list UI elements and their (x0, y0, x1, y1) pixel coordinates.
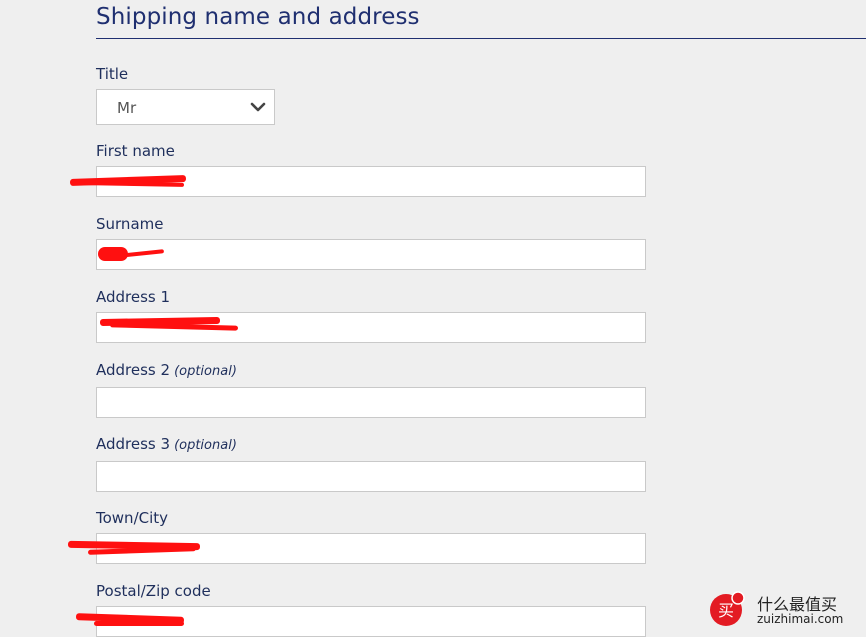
title-select[interactable]: Mr (96, 89, 275, 125)
address2-label: Address 2 (optional) (96, 361, 237, 379)
postal-label: Postal/Zip code (96, 582, 211, 600)
first-name-label: First name (96, 142, 175, 160)
address3-field: Address 3 (optional) (96, 435, 646, 492)
address2-field: Address 2 (optional) (96, 361, 646, 418)
address1-label: Address 1 (96, 288, 171, 306)
redaction-mark (94, 621, 184, 626)
title-field: Title Mr (96, 65, 646, 125)
title-label: Title (96, 65, 129, 83)
optional-tag: (optional) (174, 364, 237, 379)
section-divider (96, 38, 866, 39)
optional-tag: (optional) (174, 438, 237, 453)
chevron-down-icon (250, 102, 266, 112)
town-field: Town/City (96, 509, 646, 564)
address2-input[interactable] (96, 387, 646, 418)
surname-field: Surname (96, 215, 646, 270)
address3-label: Address 3 (optional) (96, 435, 237, 453)
watermark-en: zuizhimai.com (757, 612, 844, 626)
surname-input[interactable] (96, 239, 646, 270)
logo-icon: 买 (710, 591, 745, 626)
postal-field: Postal/Zip code (96, 582, 646, 637)
section-title: Shipping name and address (96, 4, 420, 30)
site-watermark: 买 什么最值买 zuizhimai.com (708, 590, 858, 630)
town-label: Town/City (96, 509, 169, 527)
title-select-value: Mr (117, 99, 137, 117)
first-name-field: First name (96, 142, 646, 197)
address1-field: Address 1 (96, 288, 646, 343)
shipping-section: Shipping name and address (96, 0, 866, 39)
address3-input[interactable] (96, 461, 646, 492)
svg-text:买: 买 (718, 601, 734, 620)
surname-label: Surname (96, 215, 164, 233)
